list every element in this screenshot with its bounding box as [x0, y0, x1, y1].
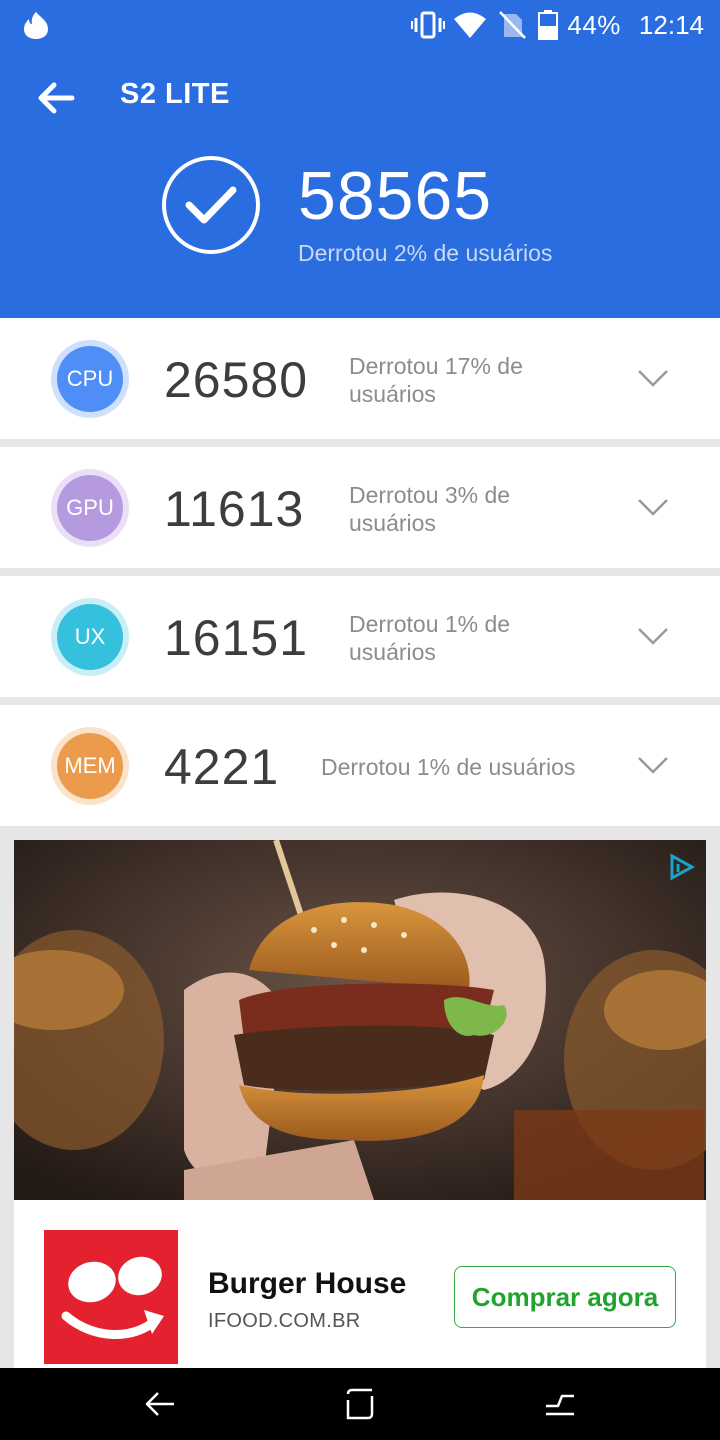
- mem-score: 4221: [164, 739, 280, 795]
- gpu-badge-label: GPU: [57, 475, 123, 541]
- adchoices-icon[interactable]: [666, 852, 696, 882]
- result-row-gpu[interactable]: GPU 11613 Derrotou 3% de usuários: [0, 447, 720, 568]
- back-button[interactable]: [28, 70, 84, 126]
- page-title: S2 LITE: [120, 78, 230, 110]
- back-nav-icon[interactable]: [138, 1382, 182, 1426]
- cpu-score: 26580: [164, 352, 309, 408]
- buy-now-button[interactable]: Comprar agora: [454, 1266, 676, 1328]
- mem-description: Derrotou 1% de usuários: [321, 754, 576, 780]
- recents-nav-icon[interactable]: [538, 1382, 582, 1426]
- total-score: 58565: [298, 158, 493, 234]
- app-notification-icon: [22, 10, 50, 40]
- total-score-subtitle: Derrotou 2% de usuários: [298, 240, 553, 266]
- mem-badge: MEM: [51, 727, 129, 805]
- vibrate-icon: [411, 10, 446, 40]
- chevron-down-icon[interactable]: [636, 624, 670, 648]
- ifood-logo[interactable]: [44, 1230, 178, 1364]
- battery-percent: 44%: [567, 9, 621, 40]
- status-bar: 44% 12:14: [0, 0, 720, 50]
- cpu-description: Derrotou 17% de usuários: [349, 353, 523, 407]
- ad-title[interactable]: Burger House: [208, 1267, 406, 1301]
- score-header: 44% 12:14 S2 LITE 58565 Derrotou 2% de u…: [0, 0, 720, 318]
- result-row-cpu[interactable]: CPU 26580 Derrotou 17% de usuários: [0, 318, 720, 439]
- chevron-down-icon[interactable]: [636, 366, 670, 390]
- ux-description: Derrotou 1% de usuários: [349, 611, 511, 665]
- battery-icon: [537, 10, 559, 40]
- arrow-left-icon: [38, 82, 75, 114]
- gpu-badge: GPU: [51, 469, 129, 547]
- ux-score: 16151: [164, 610, 309, 666]
- chevron-down-icon[interactable]: [636, 495, 670, 519]
- ux-badge-label: UX: [57, 604, 123, 670]
- system-nav-bar: [0, 1368, 720, 1440]
- ad-card[interactable]: Burger House IFOOD.COM.BR Comprar agora: [14, 840, 706, 1368]
- status-icons: 44% 12:14: [411, 8, 704, 42]
- check-circle-icon: [162, 156, 260, 254]
- result-row-ux[interactable]: UX 16151 Derrotou 1% de usuários: [0, 576, 720, 697]
- burger-photo[interactable]: [14, 840, 706, 1200]
- ux-badge: UX: [51, 598, 129, 676]
- gpu-score: 11613: [164, 481, 305, 537]
- gpu-description: Derrotou 3% de usuários: [349, 482, 511, 536]
- clock: 12:14: [638, 9, 704, 40]
- chevron-down-icon[interactable]: [636, 753, 670, 777]
- result-row-mem[interactable]: MEM 4221 Derrotou 1% de usuários: [0, 705, 720, 826]
- ad-domain: IFOOD.COM.BR: [208, 1310, 361, 1332]
- home-nav-icon[interactable]: [338, 1382, 382, 1426]
- cpu-badge: CPU: [51, 340, 129, 418]
- wifi-icon: [453, 10, 487, 40]
- cpu-badge-label: CPU: [57, 346, 123, 412]
- benchmark-results-screen: 44% 12:14 S2 LITE 58565 Derrotou 2% de u…: [0, 0, 720, 1440]
- no-sim-icon: [495, 10, 529, 40]
- mem-badge-label: MEM: [57, 733, 123, 799]
